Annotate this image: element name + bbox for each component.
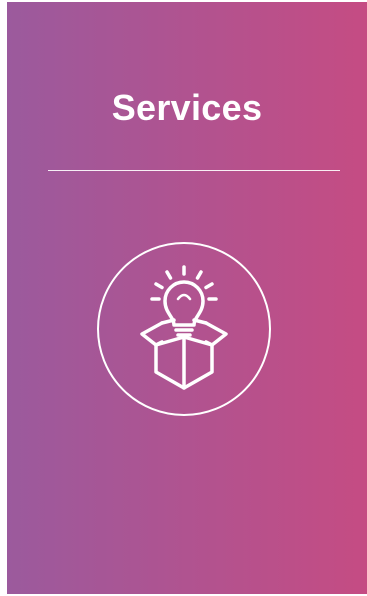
lightbulb-box-icon [96,241,272,417]
services-card[interactable]: Services [7,2,367,594]
services-title: Services [111,87,263,128]
title-divider [48,170,340,171]
